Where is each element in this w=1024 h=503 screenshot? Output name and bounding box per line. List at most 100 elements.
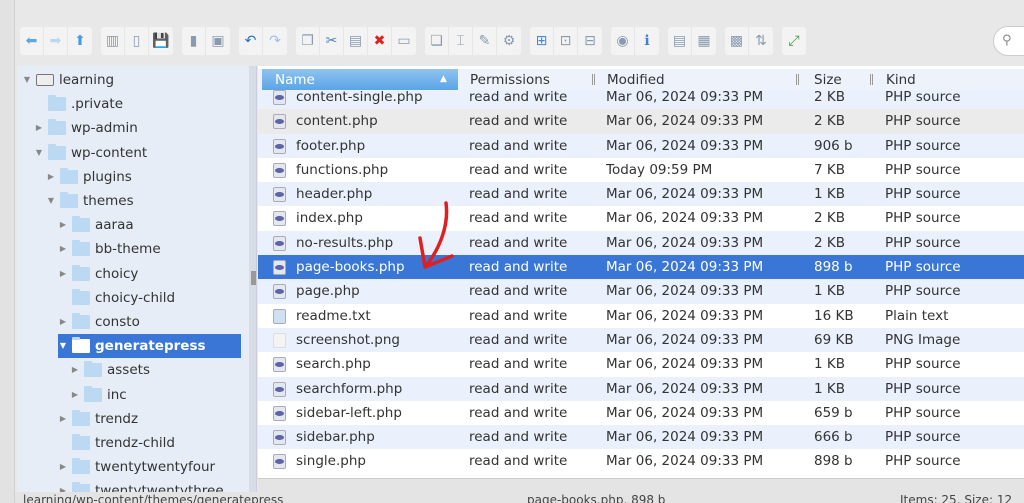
info-button[interactable]: ℹ bbox=[635, 27, 659, 55]
file-row[interactable]: no-results.php read and write Mar 06, 2024… bbox=[258, 230, 1024, 256]
tree-item-label: trendz bbox=[95, 410, 139, 427]
duplicate-button[interactable]: ❏ bbox=[425, 27, 449, 55]
tree-item[interactable]: ▼ wp-content bbox=[34, 141, 147, 165]
expanded-arrow-icon[interactable]: ▼ bbox=[46, 189, 56, 213]
up-button[interactable]: ⬆ bbox=[68, 27, 92, 55]
file-mod: Mar 06, 2024 09:33 PM bbox=[606, 283, 764, 300]
cut-icon: ✂ bbox=[325, 33, 338, 49]
column-kind[interactable]: Kind bbox=[886, 72, 916, 88]
file-perm: read and write bbox=[469, 113, 568, 130]
select-all-icon: ▩ bbox=[729, 33, 744, 49]
column-modified[interactable]: Modified bbox=[607, 72, 665, 88]
file-row[interactable]: index.php read and write Mar 06, 2024 09:3… bbox=[258, 206, 1024, 230]
tree-item[interactable]: ▶ aaraa bbox=[58, 213, 134, 237]
tree-item[interactable]: .private bbox=[34, 92, 123, 116]
tree-item[interactable]: ▼ themes bbox=[46, 189, 134, 213]
extract-button[interactable]: ▤ bbox=[668, 27, 692, 55]
tree-item[interactable]: ▶ twentytwentyfour bbox=[58, 455, 215, 479]
file-row[interactable]: header.php read and write Mar 06, 2024 09:… bbox=[258, 182, 1024, 207]
collapsed-arrow-icon[interactable]: ▶ bbox=[58, 455, 68, 479]
archive-button[interactable]: ▦ bbox=[692, 27, 716, 55]
collapsed-arrow-icon[interactable]: ▶ bbox=[46, 165, 56, 189]
column-name[interactable]: Name ▲ bbox=[262, 69, 458, 90]
paste-button[interactable]: ▤ bbox=[344, 27, 368, 55]
collapsed-arrow-icon[interactable]: ▶ bbox=[58, 407, 68, 431]
sort-button[interactable]: ⇅ bbox=[749, 27, 773, 55]
file-row[interactable]: page.php read and write Mar 06, 2024 09:33… bbox=[258, 279, 1024, 304]
file-mod: Mar 06, 2024 09:33 PM bbox=[606, 137, 764, 154]
tree-item[interactable]: ▶ inc bbox=[70, 383, 127, 407]
folder-icon bbox=[60, 167, 78, 184]
new-file-button[interactable]: ▯ bbox=[125, 27, 149, 55]
file-kind: PHP source bbox=[885, 137, 961, 154]
save-button[interactable]: ▣ bbox=[206, 27, 230, 55]
expanded-arrow-icon[interactable]: ▼ bbox=[34, 141, 44, 165]
undo-button[interactable]: ↶ bbox=[239, 27, 263, 55]
open-button[interactable]: ▮ bbox=[182, 27, 206, 55]
collapsed-arrow-icon[interactable]: ▶ bbox=[70, 358, 80, 382]
search-box[interactable]: ⚲ bbox=[993, 26, 1024, 56]
file-row[interactable]: footer.php read and write Mar 06, 2024 09:… bbox=[258, 133, 1024, 158]
horizontal-scrollbar[interactable] bbox=[258, 478, 1024, 492]
tree-item[interactable]: ▶ bb-theme bbox=[58, 237, 161, 261]
collapsed-arrow-icon[interactable]: ▶ bbox=[58, 237, 68, 261]
tree-item[interactable]: ▶ consto bbox=[58, 310, 140, 334]
tree-item[interactable]: ▶ trendz bbox=[58, 407, 138, 431]
file-row[interactable]: sidebar.php read and write Mar 06, 2024 09… bbox=[258, 425, 1024, 450]
collapsed-arrow-icon[interactable]: ▶ bbox=[58, 213, 68, 237]
file-kind: PHP source bbox=[885, 113, 961, 130]
file-row[interactable]: search.php read and write Mar 06, 2024 09:… bbox=[258, 352, 1024, 376]
file-row[interactable]: screenshot.png read and write Mar 06, 2024… bbox=[258, 327, 1024, 353]
forward-button[interactable]: ➡ bbox=[44, 27, 68, 55]
file-row[interactable]: content.php read and write Mar 06, 2024 09… bbox=[258, 109, 1024, 134]
file-row[interactable]: functions.php read and write Today 09:59 P… bbox=[258, 158, 1024, 182]
preview-button[interactable]: ◉ bbox=[611, 27, 635, 55]
empty-button[interactable]: ▭ bbox=[392, 27, 416, 55]
delete-button[interactable]: ✖ bbox=[368, 27, 392, 55]
column-size[interactable]: Size bbox=[814, 72, 842, 88]
fullscreen-button[interactable]: ⤢ bbox=[782, 27, 806, 55]
tree-item[interactable]: trendz-child bbox=[58, 431, 175, 455]
tree-item[interactable]: ▶ twentytwentythree bbox=[58, 479, 224, 492]
tree-item[interactable]: ▼ generatepress bbox=[58, 334, 241, 359]
expanded-arrow-icon[interactable]: ▼ bbox=[58, 334, 68, 358]
save-as-button[interactable]: 💾 bbox=[149, 27, 173, 55]
cut-button[interactable]: ✂ bbox=[320, 27, 344, 55]
tree-scrollbar-thumb[interactable] bbox=[251, 271, 256, 285]
small-buttons-icon[interactable]: ⊡ bbox=[554, 27, 578, 55]
edit-button[interactable]: ✎ bbox=[473, 27, 497, 55]
collapsed-arrow-icon[interactable]: ▶ bbox=[70, 383, 80, 407]
tree-item[interactable]: ▶ plugins bbox=[46, 165, 132, 189]
file-row[interactable]: searchform.php read and write Mar 06, 2024… bbox=[258, 376, 1024, 401]
expanded-arrow-icon[interactable]: ▼ bbox=[22, 68, 32, 92]
column-resizer[interactable] bbox=[796, 74, 799, 85]
file-row[interactable]: page-books.php read and write Mar 06, 2024… bbox=[258, 255, 1024, 280]
column-resizer[interactable] bbox=[870, 74, 873, 85]
file-mod: Mar 06, 2024 09:33 PM bbox=[606, 453, 764, 470]
redo-button[interactable]: ↷ bbox=[263, 27, 287, 55]
collapsed-arrow-icon[interactable]: ▶ bbox=[58, 262, 68, 286]
rename-button[interactable]: ⌶ bbox=[449, 27, 473, 55]
copy-button[interactable]: ❐ bbox=[296, 27, 320, 55]
collapsed-arrow-icon[interactable]: ▶ bbox=[34, 116, 44, 140]
tree-item[interactable]: ▶ choicy bbox=[58, 262, 138, 286]
folder-tree: ▼ learning .private ▶ wp-admin ▼ wp-content ▶ pl… bbox=[17, 66, 257, 492]
column-permissions[interactable]: Permissions bbox=[470, 72, 550, 88]
list-view-button[interactable]: ⊟ bbox=[578, 27, 602, 55]
tree-item[interactable]: choicy-child bbox=[58, 286, 175, 310]
column-resizer[interactable] bbox=[592, 74, 595, 85]
file-row[interactable]: single.php read and write Mar 06, 2024 09:… bbox=[258, 449, 1024, 473]
file-row[interactable]: readme.txt read and write Mar 06, 2024 09:… bbox=[258, 304, 1024, 328]
tree-item[interactable]: ▶ assets bbox=[70, 358, 150, 382]
file-size: 7 KB bbox=[814, 161, 845, 178]
resize-button[interactable]: ⚙ bbox=[497, 27, 521, 55]
collapsed-arrow-icon[interactable]: ▶ bbox=[58, 479, 68, 492]
tree-item[interactable]: ▶ wp-admin bbox=[34, 116, 138, 140]
icons-view-button[interactable]: ⊞ bbox=[530, 27, 554, 55]
upload-button[interactable]: ▥ bbox=[101, 27, 125, 55]
tree-item[interactable]: ▼ learning bbox=[22, 68, 114, 92]
file-row[interactable]: sidebar-left.php read and write Mar 06, 20… bbox=[258, 401, 1024, 425]
select-all-button[interactable]: ▩ bbox=[725, 27, 749, 55]
back-button[interactable]: ⬅ bbox=[20, 27, 44, 55]
collapsed-arrow-icon[interactable]: ▶ bbox=[58, 310, 68, 334]
